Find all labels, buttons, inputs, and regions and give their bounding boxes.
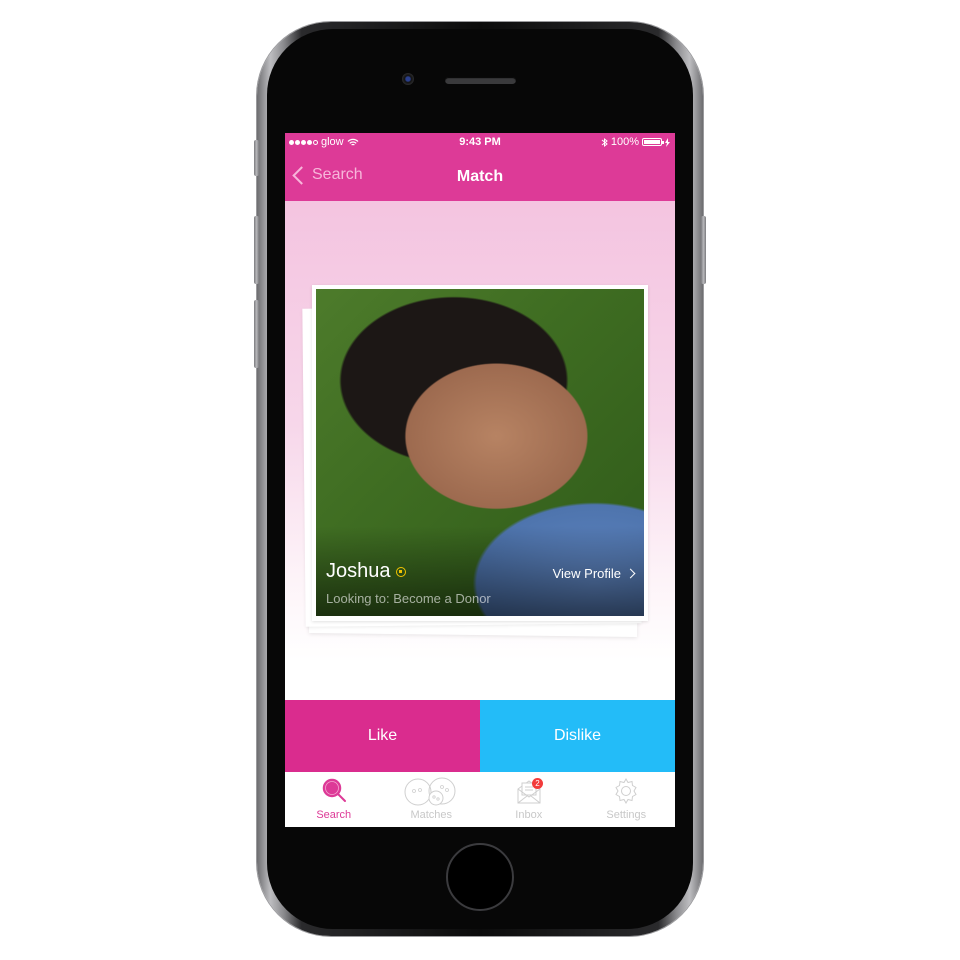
- looking-to: Looking to: Become a Donor: [326, 591, 491, 606]
- volume-up-button: [254, 216, 259, 284]
- profile-photo: Joshua Looking to: Become a Donor View P…: [316, 289, 644, 616]
- home-button[interactable]: [446, 843, 514, 911]
- chevron-right-icon: [625, 568, 636, 579]
- bluetooth-icon: [601, 137, 608, 147]
- app-screen: glow 9:43 PM 100% Search Match Joshua Lo…: [285, 133, 675, 827]
- profile-name-row: Joshua: [326, 560, 406, 583]
- charging-icon: [665, 137, 670, 147]
- like-button[interactable]: Like: [285, 700, 480, 772]
- profile-card[interactable]: Joshua Looking to: Become a Donor View P…: [312, 285, 648, 621]
- tab-matches-label: Matches: [410, 809, 453, 821]
- match-actions: Like Dislike: [285, 700, 675, 772]
- tab-search[interactable]: Search: [285, 772, 383, 827]
- page-title: Match: [456, 168, 504, 185]
- tab-settings[interactable]: Settings: [578, 772, 676, 827]
- tab-inbox-label: Inbox: [515, 809, 543, 821]
- volume-down-button: [254, 300, 259, 368]
- battery-percent: 100%: [610, 136, 639, 148]
- battery-icon: [642, 138, 664, 146]
- navigation-bar: Search Match: [285, 153, 675, 201]
- tab-inbox[interactable]: 2 Inbox: [480, 772, 578, 827]
- view-profile-label: View Profile: [552, 566, 621, 581]
- view-profile-link[interactable]: View Profile: [552, 566, 636, 581]
- status-bar: glow 9:43 PM 100%: [285, 133, 675, 153]
- tab-settings-label: Settings: [606, 809, 647, 821]
- dislike-button[interactable]: Dislike: [480, 700, 675, 772]
- inbox-unread-badge: 2: [532, 778, 543, 789]
- search-icon: [322, 778, 346, 802]
- matches-icon: [404, 777, 456, 806]
- tab-matches[interactable]: Matches: [383, 772, 481, 827]
- profile-name: Joshua: [326, 560, 391, 582]
- gear-icon: [615, 777, 637, 805]
- front-camera: [402, 73, 414, 85]
- earpiece-speaker: [445, 77, 516, 84]
- mute-switch: [254, 140, 259, 176]
- tab-bar: Search Matches 2 Inbox Settings: [285, 772, 675, 827]
- verified-badge-icon: [395, 566, 406, 577]
- tab-search-label: Search: [316, 809, 352, 821]
- match-content: Joshua Looking to: Become a Donor View P…: [285, 201, 675, 700]
- power-button: [701, 216, 706, 284]
